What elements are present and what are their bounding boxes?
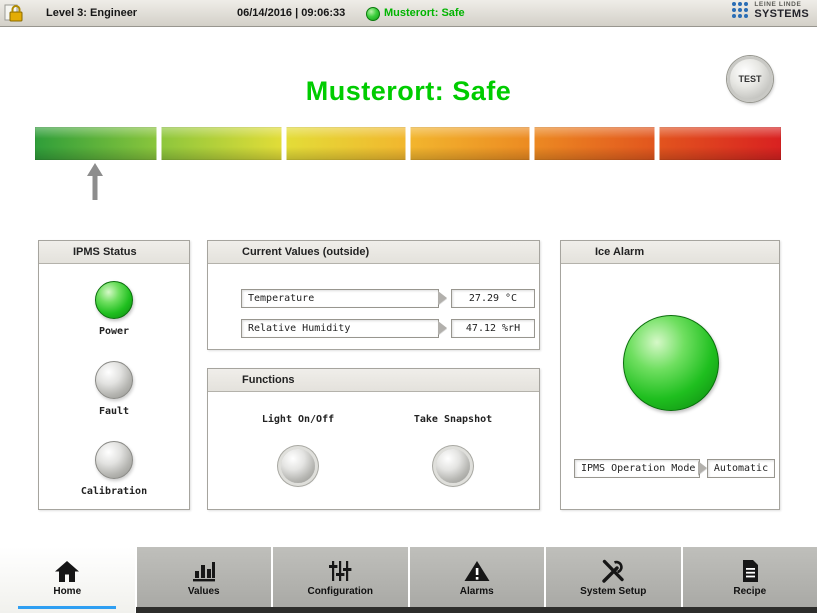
fault-indicator: Fault (95, 361, 133, 417)
nav-item-alarms[interactable]: Alarms (408, 547, 545, 613)
nav-label-alarms: Alarms (460, 586, 494, 597)
current-values-panel: Current Values (outside) Temperature 27.… (207, 240, 540, 350)
warning-triangle-icon (463, 557, 491, 583)
sliders-icon (327, 557, 353, 583)
nav-item-recipe[interactable]: Recipe (681, 547, 817, 613)
ice-alarm-led (623, 315, 719, 411)
brand-logo: LEINE LINDE SYSTEMS (732, 2, 809, 20)
ipms-operation-mode-label-field: IPMS Operation Mode (574, 459, 700, 478)
nav-label-configuration: Configuration (307, 586, 373, 597)
humidity-value-field: 47.12 %rH (451, 319, 535, 338)
home-icon (54, 557, 80, 583)
scale-gap (157, 127, 162, 160)
calibration-led (95, 441, 133, 479)
nav-bottom-strip (136, 607, 817, 613)
nav-label-system-setup: System Setup (580, 586, 646, 597)
lock-icon[interactable] (4, 3, 24, 23)
nav-item-configuration[interactable]: Configuration (271, 547, 408, 613)
scale-gap (281, 127, 286, 160)
arrow-right-icon (438, 291, 447, 305)
scale-bar (35, 127, 781, 160)
nav-item-home[interactable]: Home (0, 547, 135, 613)
calibration-indicator: Calibration (81, 441, 147, 497)
hmi-screen: Level 3: Engineer 06/14/2016 | 09:06:33 … (0, 0, 817, 613)
power-led (95, 281, 133, 319)
light-on-off-button[interactable] (281, 449, 315, 483)
topbar-status: Musterort: Safe (384, 0, 465, 26)
scale-gap (406, 127, 411, 160)
fault-led (95, 361, 133, 399)
logo-line2: SYSTEMS (754, 9, 809, 20)
humidity-label-field: Relative Humidity (241, 319, 439, 338)
ipms-status-panel: IPMS Status Power Fault Calibration (38, 240, 190, 510)
scale-indicator-arrow-icon (84, 162, 106, 207)
temperature-label-field: Temperature (241, 289, 439, 308)
scale-gap (530, 127, 535, 160)
active-tab-underline (18, 606, 116, 609)
ice-alarm-panel-title: Ice Alarm (561, 241, 779, 264)
fault-label: Fault (99, 406, 129, 417)
logo-dots-icon (732, 2, 749, 19)
scale-indicator-row (35, 162, 781, 204)
nav-item-values[interactable]: Values (135, 547, 272, 613)
power-indicator: Power (95, 281, 133, 337)
document-icon (739, 557, 761, 583)
nav-item-system-setup[interactable]: System Setup (544, 547, 681, 613)
functions-panel-title: Functions (208, 369, 539, 392)
status-dot-icon (366, 7, 380, 21)
bar-chart-icon (191, 557, 217, 583)
top-bar: Level 3: Engineer 06/14/2016 | 09:06:33 … (0, 0, 817, 27)
take-snapshot-button[interactable] (436, 449, 470, 483)
nav-label-recipe: Recipe (733, 586, 766, 597)
arrow-right-icon (438, 321, 447, 335)
nav-label-values: Values (188, 586, 220, 597)
datetime: 06/14/2016 | 09:06:33 (237, 0, 345, 26)
functions-panel: Functions Light On/Off Take Snapshot (207, 368, 540, 510)
current-values-panel-title: Current Values (outside) (208, 241, 539, 264)
page-title: Musterort: Safe (0, 76, 817, 107)
scale-gap (654, 127, 659, 160)
user-level: Level 3: Engineer (46, 0, 137, 26)
power-label: Power (99, 326, 129, 337)
bottom-nav: Home Values (0, 547, 817, 613)
ipms-status-panel-title: IPMS Status (39, 241, 189, 264)
arrow-right-icon (698, 461, 707, 475)
calibration-label: Calibration (81, 486, 147, 497)
nav-label-home: Home (53, 586, 81, 597)
ipms-operation-mode-value-field: Automatic (707, 459, 775, 478)
light-on-off-label: Light On/Off (233, 414, 363, 425)
tools-icon (600, 557, 626, 583)
test-button[interactable]: TEST (727, 56, 773, 102)
ice-alarm-panel: Ice Alarm IPMS Operation Mode Automatic (560, 240, 780, 510)
temperature-value-field: 27.29 °C (451, 289, 535, 308)
take-snapshot-label: Take Snapshot (388, 414, 518, 425)
